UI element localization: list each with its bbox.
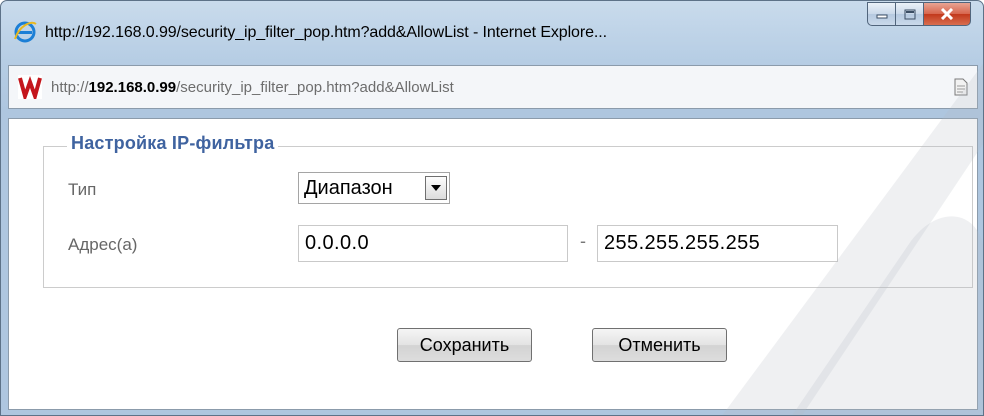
window-title: http://192.168.0.99/security_ip_filter_p… (45, 24, 607, 41)
type-select-arrow[interactable] (425, 176, 447, 200)
ie-icon (14, 21, 37, 43)
address-label: Адрес(а) (68, 235, 138, 254)
address-url[interactable]: http://192.168.0.99/security_ip_filter_p… (51, 79, 454, 96)
chevron-down-icon (431, 185, 441, 191)
minimize-button[interactable] (867, 2, 895, 26)
maximize-icon (904, 9, 915, 19)
page-icon[interactable] (953, 78, 969, 96)
maximize-button[interactable] (895, 2, 923, 26)
address-bar[interactable]: http://192.168.0.99/security_ip_filter_p… (8, 65, 978, 109)
fieldset-legend: Настройка IP-фильтра (67, 133, 279, 154)
range-separator: - (580, 231, 586, 251)
ip-start-value: 0.0.0.0 (305, 232, 369, 254)
ip-end-input[interactable]: 255.255.255.255 (597, 225, 838, 262)
save-button[interactable]: Сохранить (397, 328, 532, 362)
close-button[interactable] (923, 2, 971, 26)
type-label: Тип (68, 180, 97, 199)
close-icon (940, 8, 954, 20)
type-select-value: Диапазон (304, 177, 393, 199)
window-controls (867, 2, 971, 26)
ip-end-value: 255.255.255.255 (604, 232, 761, 254)
minimize-icon (876, 14, 887, 19)
type-select[interactable]: Диапазон (298, 172, 450, 204)
ip-start-input[interactable]: 0.0.0.0 (298, 225, 568, 262)
title-bar: http://192.168.0.99/security_ip_filter_p… (1, 1, 983, 51)
page-content: Настройка IP-фильтра Тип Диапазон Адрес(… (8, 118, 978, 410)
browser-window: http://192.168.0.99/security_ip_filter_p… (0, 0, 984, 416)
ip-filter-fieldset (43, 146, 973, 288)
site-favicon-icon (18, 75, 42, 99)
cancel-button[interactable]: Отменить (592, 328, 727, 362)
